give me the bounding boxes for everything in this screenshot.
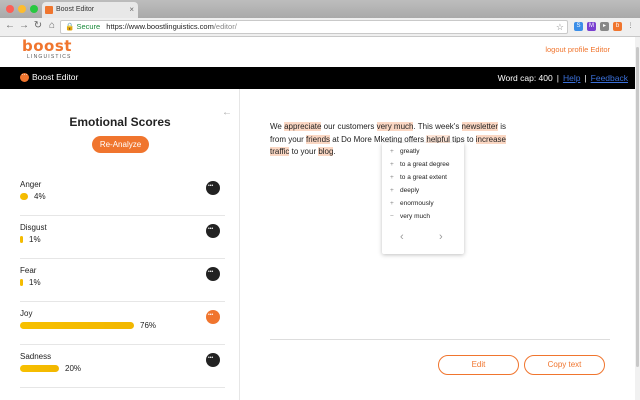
app-header: boost LINGUISTICS logout profile Editor [0,37,640,67]
suggestion-item[interactable]: + to a great extent [390,174,447,181]
browser-chrome: Boost Editor × ← → ↻ ⌂ 🔒 Secure https://… [0,0,640,37]
comment-icon[interactable] [206,353,220,367]
extension-icon[interactable]: b [613,22,622,31]
chat-bubble-icon [20,70,29,82]
lock-icon: 🔒 [65,22,75,31]
emotion-row-disgust: Disgust 1% [20,219,225,259]
home-icon[interactable]: ⌂ [46,20,58,31]
tab-title: Boost Editor [56,6,95,13]
emotion-row-anger: Anger 4% [20,176,225,216]
editor-link[interactable]: Editor [590,45,610,54]
highlighted-word[interactable]: increase [475,134,506,144]
re-analyze-button[interactable]: Re-Analyze [92,136,149,153]
emotion-name: Fear [20,266,37,275]
help-link[interactable]: Help [563,73,580,83]
emotion-row-joy: Joy 76% [20,305,225,345]
highlighted-word[interactable]: traffic [270,147,290,156]
extension-icon[interactable]: ▸ [600,22,609,31]
logo[interactable]: boost LINGUISTICS [22,39,72,61]
suggestion-item[interactable]: + greatly [390,148,420,155]
chevron-left-icon[interactable]: ‹ [400,231,404,243]
panel-title: Emotional Scores [69,115,171,129]
emotion-percent: 1% [29,278,41,287]
menu-icon[interactable]: ⋮ [626,22,635,31]
url-text: https://www.boostlinguistics.com/editor/ [106,22,237,31]
suggestion-item[interactable]: + enormously [390,200,434,207]
highlighted-word[interactable]: newsletter [461,122,499,131]
page-scrollbar[interactable] [635,37,640,400]
forward-icon[interactable]: → [18,20,30,31]
comment-icon[interactable] [206,267,220,281]
highlighted-word[interactable]: friends [306,134,331,144]
emotion-name: Anger [20,180,42,189]
extension-icon[interactable]: M [587,22,596,31]
emotion-bar [20,365,59,372]
close-tab-icon[interactable]: × [129,2,134,18]
copy-text-button[interactable]: Copy text [524,355,605,375]
emotion-bar [20,193,28,200]
logout-link[interactable]: logout [545,45,565,54]
app-brand: Boost Editor [20,70,78,82]
comment-icon[interactable] [206,310,220,324]
emotion-percent: 20% [65,364,82,373]
tab-bar: Boost Editor × [0,0,640,18]
suggestion-item[interactable]: + deeply [390,187,419,194]
synonym-suggestions-popup: + greatly + to a great degree + to a great … [382,143,464,254]
toolbar-info: Word cap: 400 | Help | Feedback [497,73,628,83]
emotion-percent: 1% [29,235,41,244]
chevron-right-icon[interactable]: › [439,231,443,243]
url-input[interactable]: 🔒 Secure https://www.boostlinguistics.co… [60,20,568,34]
maximize-window-button[interactable] [30,5,38,13]
emotion-row-sadness: Sadness 20% [20,348,225,388]
emotion-name: Joy [20,309,33,318]
emotional-scores-panel: ← Emotional Scores Re-Analyze Anger 4% D… [0,89,240,400]
emotion-row-fear: Fear 1% [20,262,225,302]
divider [270,339,610,340]
highlighted-word[interactable]: blog [318,147,334,156]
profile-link[interactable]: profile [568,45,588,54]
secure-label: Secure [76,22,101,31]
emotion-percent: 4% [34,192,46,201]
back-icon[interactable]: ← [4,20,16,31]
highlighted-word[interactable]: appreciate [284,122,322,131]
highlighted-word[interactable]: very much [376,122,414,131]
close-window-button[interactable] [6,5,14,13]
top-links: logout profile Editor [545,45,610,54]
suggestion-item[interactable]: + to a great degree [390,161,450,168]
emotion-name: Sadness [20,352,52,361]
emotion-name: Disgust [20,223,47,232]
browser-tab[interactable]: Boost Editor × [42,2,138,18]
emotion-bar [20,279,23,286]
emotion-bar [20,322,134,329]
edit-button[interactable]: Edit [438,355,519,375]
emotion-percent: 76% [140,321,157,330]
suggestion-item[interactable]: − very much [390,213,430,220]
reload-icon[interactable]: ↻ [32,20,44,31]
favicon-icon [45,6,53,14]
word-cap: Word cap: 400 [497,73,553,83]
feedback-link[interactable]: Feedback [591,73,628,83]
emotion-bar [20,236,23,243]
bookmark-star-icon[interactable]: ☆ [556,21,564,33]
address-bar: ← → ↻ ⌂ 🔒 Secure https://www.boostlingui… [0,18,640,37]
extension-icon[interactable]: S [574,22,583,31]
minimize-window-button[interactable] [18,5,26,13]
comment-icon[interactable] [206,181,220,195]
comment-icon[interactable] [206,224,220,238]
scrollbar-thumb[interactable] [636,47,639,367]
editor-toolbar: Boost Editor Word cap: 400|Help|Feedback [0,67,640,89]
